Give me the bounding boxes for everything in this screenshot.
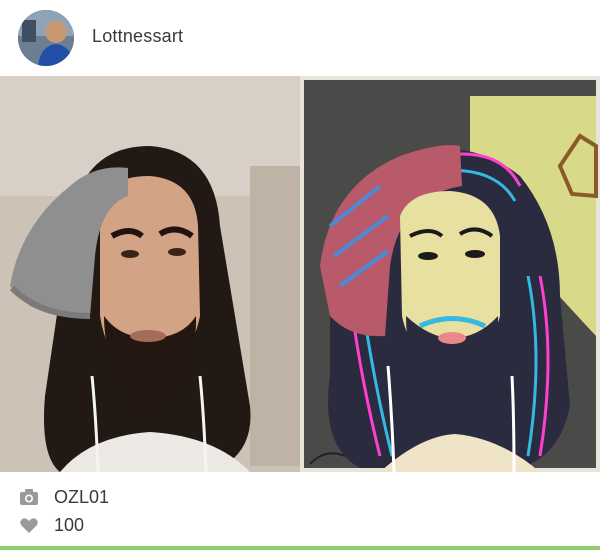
camera-row: OZL01 xyxy=(18,484,109,510)
accent-divider xyxy=(0,546,600,550)
post-photo xyxy=(0,76,600,472)
camera-icon xyxy=(18,486,40,508)
post-meta: OZL01 100 xyxy=(0,472,600,548)
photo-right-panel xyxy=(300,76,600,472)
avatar[interactable] xyxy=(18,10,74,66)
heart-icon[interactable] xyxy=(18,514,40,536)
likes-row: 100 xyxy=(18,512,84,538)
likes-count: 100 xyxy=(54,514,85,535)
post-header: Lottnessart xyxy=(0,0,600,76)
username-link[interactable]: Lottnessart xyxy=(92,26,183,47)
photo-left-panel xyxy=(0,76,300,472)
camera-label[interactable]: OZL01 xyxy=(54,487,109,508)
